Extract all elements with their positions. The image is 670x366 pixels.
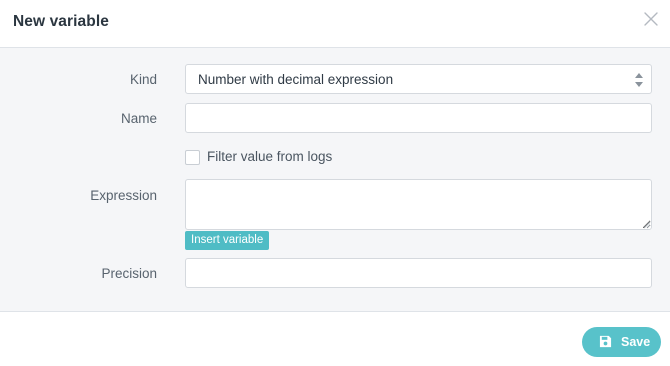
name-label: Name: [120, 111, 157, 126]
save-label: Save: [621, 335, 651, 349]
dialog-body: Kind Number with decimal expression Name…: [0, 48, 670, 312]
kind-select[interactable]: Number with decimal expression: [185, 64, 652, 94]
precision-label: Precision: [101, 266, 157, 281]
new-variable-dialog: New variable Kind Number with decimal ex…: [0, 0, 670, 366]
select-arrows-icon: [635, 73, 643, 87]
precision-input[interactable]: [185, 258, 652, 288]
kind-label: Kind: [129, 72, 157, 87]
dialog-header: New variable: [0, 0, 670, 48]
kind-selected-value: Number with decimal expression: [198, 72, 394, 87]
save-button[interactable]: Save: [582, 327, 661, 357]
name-input[interactable]: [185, 103, 652, 133]
filter-logs-label[interactable]: Filter value from logs: [207, 149, 332, 164]
close-icon: [644, 12, 658, 26]
save-icon: [599, 335, 612, 348]
insert-variable-button[interactable]: Insert variable: [185, 231, 270, 250]
expression-label: Expression: [90, 188, 157, 203]
dialog-footer: Save: [0, 313, 670, 366]
filter-logs-checkbox[interactable]: [185, 150, 200, 165]
expression-textarea[interactable]: [185, 179, 652, 230]
close-button[interactable]: [641, 9, 661, 29]
dialog-title: New variable: [13, 13, 109, 30]
